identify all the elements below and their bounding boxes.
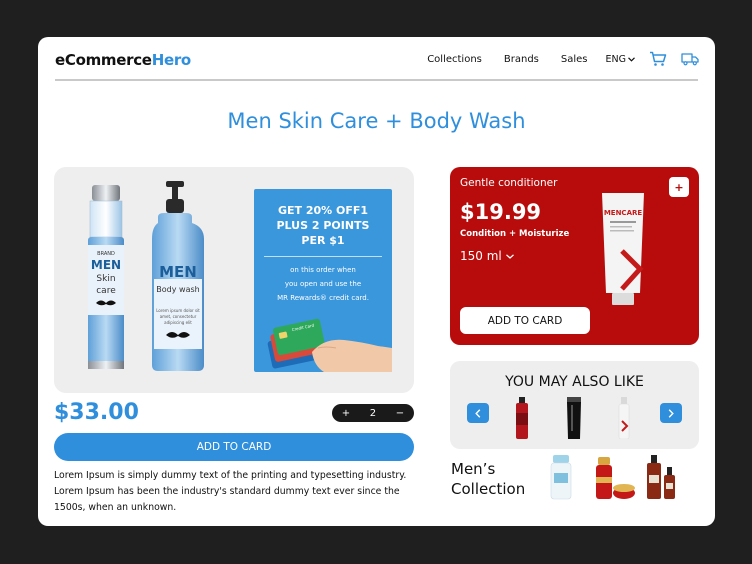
promo-text: on this order when you open and use the … <box>277 266 369 302</box>
quantity-stepper[interactable]: + 2 − <box>332 404 414 422</box>
promo-banner[interactable]: GET 20% OFF1 PLUS 2 POINTS PER $1 on thi… <box>254 189 392 372</box>
featured-product-card: Gentle conditioner + $19.99 Condition + … <box>450 167 699 345</box>
featured-add-button[interactable]: + <box>669 177 689 197</box>
nav-collections[interactable]: Collections <box>427 54 482 65</box>
featured-add-to-card-button[interactable]: ADD TO CARD <box>460 307 590 334</box>
nav-brands[interactable]: Brands <box>504 54 539 65</box>
bottle-label-men: MEN <box>159 263 197 281</box>
header-divider <box>55 79 698 81</box>
mens-collection-title: Men’s Collection <box>451 460 526 498</box>
bottle-label-body: Body wash <box>156 285 199 294</box>
svg-text:amet, consectetur: amet, consectetur <box>160 314 197 319</box>
featured-price: $19.99 <box>460 200 542 224</box>
logo-accent: Hero <box>151 51 192 69</box>
cart-icon <box>650 51 667 66</box>
chevron-down-icon <box>505 253 514 259</box>
mens-collection-item-3[interactable] <box>644 455 680 501</box>
page-card: eCommerceHero Collections Brands Sales E… <box>38 37 715 526</box>
nav-sales[interactable]: Sales <box>561 54 588 65</box>
add-to-card-button[interactable]: ADD TO CARD <box>54 433 414 461</box>
chevron-left-icon <box>475 408 481 418</box>
product-image-panel: BRAND MEN Skin care MEN Body wash Lorem … <box>54 167 414 393</box>
svg-text:adipiscing elit: adipiscing elit <box>164 320 192 325</box>
tube-brand: MENCARE <box>604 209 643 217</box>
top-nav: Collections Brands Sales ENG <box>405 51 699 67</box>
product-illustration: BRAND MEN Skin care MEN Body wash Lorem … <box>88 181 204 371</box>
language-label: ENG <box>605 53 626 65</box>
spray-label-brand: BRAND <box>97 251 115 257</box>
logo[interactable]: eCommerceHero <box>55 51 191 69</box>
cart-button[interactable] <box>649 51 667 67</box>
size-value: 150 ml <box>460 249 502 263</box>
spray-label-skin: Skin <box>96 274 115 284</box>
quantity-decrease-button[interactable]: − <box>396 408 404 419</box>
page-title: Men Skin Care + Body Wash <box>227 109 526 133</box>
recommendations-panel: YOU MAY ALSO LIKE <box>450 361 699 449</box>
size-selector[interactable]: 150 ml <box>460 249 514 263</box>
product-price: $33.00 <box>54 400 139 425</box>
quantity-increase-button[interactable]: + <box>342 408 350 419</box>
logo-main: eCommerce <box>55 51 152 69</box>
svg-text:Lorem ipsum dolor sit: Lorem ipsum dolor sit <box>156 308 200 313</box>
recommendation-item-1[interactable] <box>512 397 532 439</box>
conditioner-tube-image: MENCARE <box>602 193 644 305</box>
carousel-next-button[interactable] <box>660 403 682 423</box>
mens-collection-item-1[interactable] <box>548 455 574 501</box>
recommendation-item-2[interactable] <box>564 397 584 439</box>
carousel-prev-button[interactable] <box>467 403 489 423</box>
credit-card-hand-illustration: Credit Card <box>267 318 392 372</box>
spray-label-care: care <box>96 286 116 296</box>
delivery-truck-icon <box>681 53 699 66</box>
recommendation-item-3[interactable] <box>614 397 634 439</box>
language-selector[interactable]: ENG <box>606 54 635 65</box>
recommendations-title: YOU MAY ALSO LIKE <box>505 374 644 390</box>
featured-title: Gentle conditioner <box>460 177 558 189</box>
chevron-down-icon <box>628 56 635 62</box>
quantity-value: 2 <box>369 407 377 419</box>
spray-label-men: MEN <box>91 258 121 272</box>
featured-subtitle: Condition + Moisturize <box>460 229 570 239</box>
promo-headline: GET 20% OFF1 PLUS 2 POINTS PER $1 <box>276 204 370 247</box>
mens-collection-item-2[interactable] <box>592 455 636 501</box>
delivery-button[interactable] <box>681 52 699 66</box>
chevron-right-icon <box>668 408 674 418</box>
promo-divider <box>264 256 382 257</box>
product-description: Lorem Ipsum is simply dummy text of the … <box>54 470 407 513</box>
